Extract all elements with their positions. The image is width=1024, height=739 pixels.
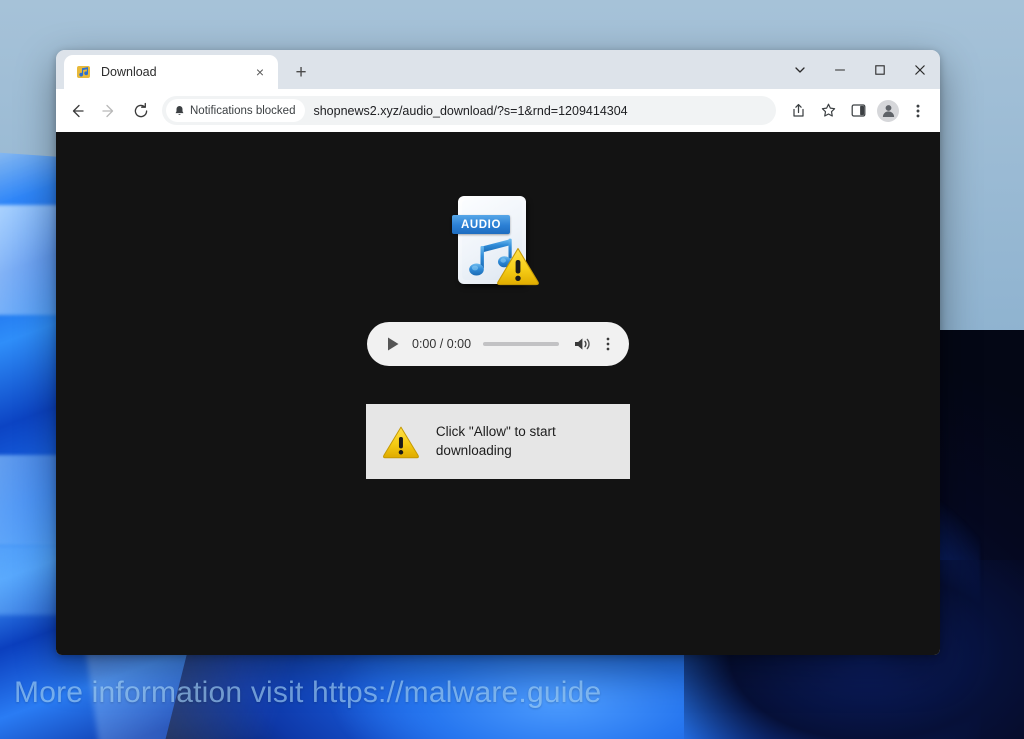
three-dot-menu-icon[interactable] [904,97,932,125]
url-text[interactable]: shopnews2.xyz/audio_download/?s=1&rnd=12… [311,104,770,118]
desktop: Download × + Notifications blocked shopn… [0,0,1024,739]
notifications-blocked-chip[interactable]: Notifications blocked [166,99,306,122]
person-icon [877,99,899,122]
allow-instruction-box: Click "Allow" to start downloading [366,404,630,479]
arrow-right-icon[interactable] [94,96,124,126]
browser-toolbar: Notifications blocked shopnews2.xyz/audi… [56,89,940,132]
share-icon[interactable] [784,97,812,125]
minimize-icon[interactable] [820,50,860,89]
chevron-down-icon[interactable] [780,50,820,89]
browser-window: Download × + Notifications blocked shopn… [56,50,940,655]
tab-strip: Download × + [56,50,940,89]
audio-badge-label: AUDIO [452,215,510,234]
tab-title: Download [101,65,157,79]
watermark-text: More information visit https://malware.g… [14,676,602,709]
window-controls [780,50,940,89]
tab-download[interactable]: Download × [64,55,278,89]
close-icon[interactable] [900,50,940,89]
reload-icon[interactable] [126,96,156,126]
audio-file-favicon [76,64,92,80]
notifications-blocked-label: Notifications blocked [190,104,296,117]
audio-time-display: 0:00 / 0:00 [412,337,472,351]
audio-file-warning-icon: AUDIO [452,194,544,294]
allow-instruction-text: Click "Allow" to start downloading [435,424,556,458]
page-content: AUDIO 0:00 / 0:00 Click "Allow" to start… [56,132,940,655]
side-panel-icon[interactable] [844,97,872,125]
star-icon[interactable] [814,97,842,125]
warning-triangle-icon [497,247,539,286]
plus-icon[interactable]: + [287,58,315,86]
profile-avatar-button[interactable] [874,97,902,125]
arrow-left-icon[interactable] [62,96,92,126]
address-bar[interactable]: Notifications blocked shopnews2.xyz/audi… [162,96,776,125]
audio-player[interactable]: 0:00 / 0:00 [367,322,629,366]
volume-icon[interactable] [571,333,593,355]
warning-triangle-icon [382,426,419,458]
three-dot-menu-icon[interactable] [597,333,619,355]
bell-icon [174,105,185,117]
maximize-icon[interactable] [860,50,900,89]
close-icon[interactable]: × [250,62,270,82]
audio-progress-slider[interactable] [483,342,559,346]
play-icon[interactable] [383,334,403,354]
